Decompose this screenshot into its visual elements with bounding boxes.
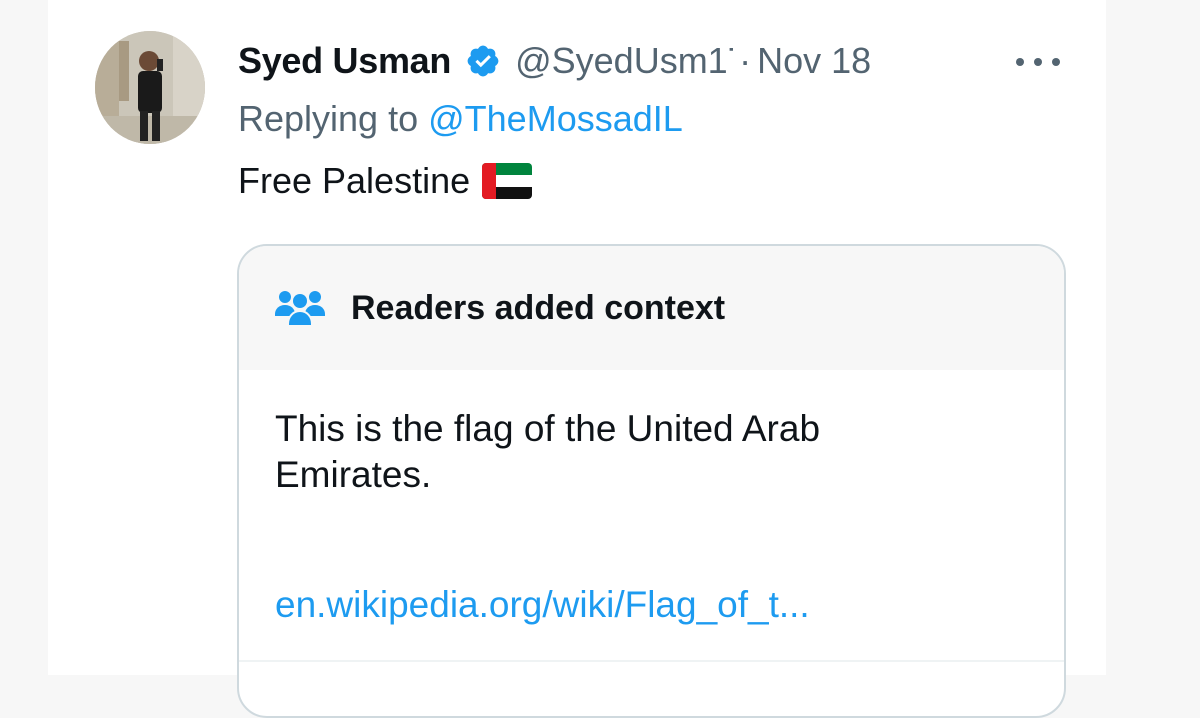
- uae-flag-icon: [482, 163, 533, 199]
- separator-dot: ·: [739, 40, 752, 81]
- avatar[interactable]: [95, 31, 205, 144]
- replying-to-mention[interactable]: @TheMossadIL: [428, 98, 683, 139]
- divider: [239, 660, 1064, 662]
- tweet-text: Free Palestine: [238, 160, 533, 202]
- community-note-body: This is the flag of the United Arab Emir…: [275, 408, 821, 495]
- replying-prefix: Replying to: [238, 98, 419, 139]
- tweet-date[interactable]: Nov 18: [757, 40, 871, 82]
- community-note[interactable]: Readers added context This is the flag o…: [237, 244, 1066, 718]
- verified-badge-icon: [465, 43, 501, 79]
- tweet-header: Syed Usman @SyedUsm17! · Nov 18: [238, 36, 871, 86]
- avatar-photo: [95, 31, 205, 144]
- more-options-icon[interactable]: [1016, 47, 1060, 77]
- author-name[interactable]: Syed Usman: [238, 40, 451, 82]
- replying-to: Replying to @TheMossadIL: [238, 98, 683, 140]
- community-note-link[interactable]: en.wikipedia.org/wiki/Flag_of_t...: [275, 584, 810, 626]
- author-handle[interactable]: @SyedUsm17!: [515, 40, 733, 82]
- community-note-header: Readers added context: [239, 246, 1064, 370]
- tweet-body: Free Palestine: [238, 160, 471, 201]
- community-note-title: Readers added context: [351, 288, 726, 327]
- readers-group-icon: [273, 288, 327, 328]
